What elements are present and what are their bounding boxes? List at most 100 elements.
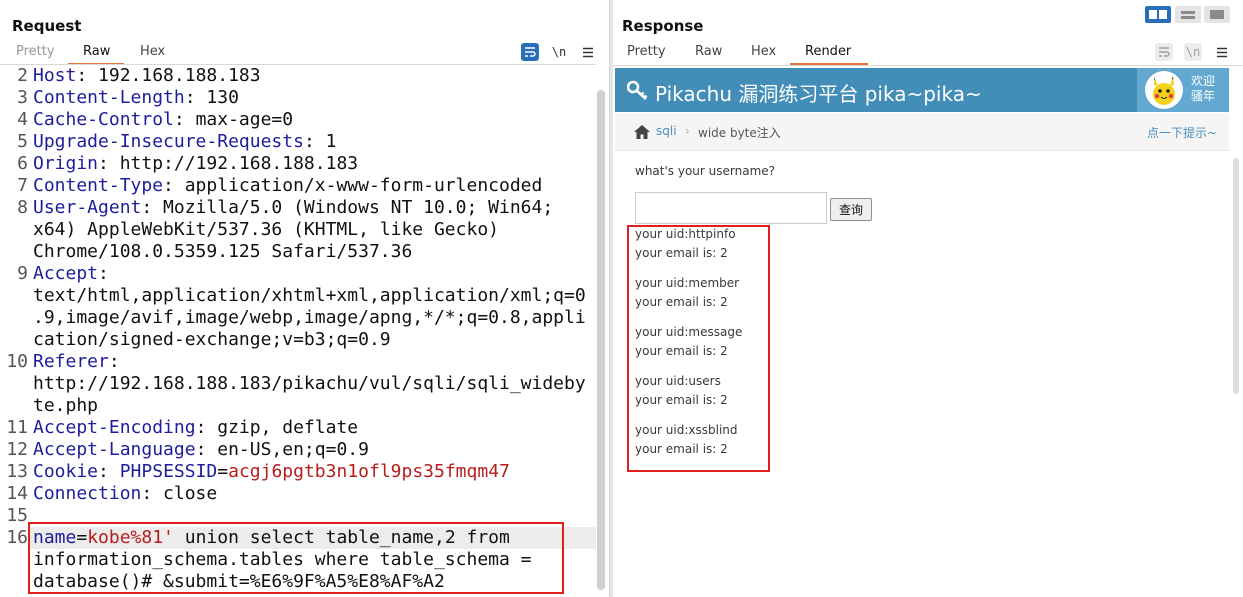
code-text: : — [98, 461, 120, 482]
breadcrumb-sqli-link[interactable]: sqli — [656, 124, 677, 138]
header-name: Origin — [33, 153, 99, 174]
line-number: 15 — [6, 505, 28, 526]
user-menu[interactable]: 欢迎 骚年 — [1137, 68, 1229, 112]
home-icon[interactable] — [633, 124, 651, 140]
username-prompt: what's your username? — [635, 164, 776, 178]
newline-toggle-icon[interactable]: \n — [1184, 43, 1202, 61]
line-number: 11 — [6, 417, 28, 438]
breadcrumb: sqli › wide byte注入 点一下提示~ — [615, 113, 1229, 151]
code-text: : 192.168.188.183 — [76, 65, 261, 86]
hamburger-menu-icon[interactable] — [579, 43, 597, 61]
line-number: 10 — [6, 351, 28, 372]
line-number: 12 — [6, 439, 28, 460]
request-editor[interactable]: 2 Host: 192.168.188.183 3 Content-Length: 1… — [0, 64, 596, 597]
line-number: 7 — [17, 175, 28, 196]
line-number: 2 — [17, 65, 28, 86]
line-number: 16 — [6, 527, 28, 548]
header-name: Upgrade-Insecure-Requests — [33, 131, 304, 152]
header-name: Accept-Language — [33, 439, 196, 460]
code-line[interactable]: Accept: — [33, 263, 109, 285]
code-text: : — [98, 263, 109, 284]
code-text: : en-US,en;q=0.9 — [195, 439, 369, 460]
single-pane-icon[interactable] — [1204, 6, 1230, 23]
code-line[interactable]: Content-Length: 130 — [33, 87, 239, 109]
code-text: http://192.168.188.183/pikachu/vul/sqli/… — [33, 373, 586, 394]
line-number: 14 — [6, 483, 28, 504]
line-number: 6 — [17, 153, 28, 174]
code-line[interactable]: te.php — [33, 395, 98, 417]
code-line[interactable]: Upgrade-Insecure-Requests: 1 — [33, 131, 336, 153]
code-text: : max-age=0 — [173, 109, 294, 130]
code-line[interactable]: Cache-Control: max-age=0 — [33, 109, 293, 131]
code-line[interactable]: x64) AppleWebKit/537.36 (KHTML, like Gec… — [33, 219, 499, 241]
response-tabs: Pretty Raw Hex Render — [613, 44, 913, 65]
code-text: te.php — [33, 395, 99, 416]
header-name: Accept-Encoding — [33, 417, 196, 438]
line-number: 9 — [17, 263, 28, 284]
code-text: : http://192.168.188.183 — [98, 153, 359, 174]
code-line[interactable]: Cookie: PHPSESSID=acgj6pgtb3n1ofl9ps35fm… — [33, 461, 510, 483]
tab-pretty[interactable]: Pretty — [627, 44, 666, 59]
code-text: : 130 — [184, 87, 239, 108]
code-text: : 1 — [303, 131, 337, 152]
header-name: Connection — [33, 483, 142, 504]
code-text: Chrome/108.0.5359.125 Safari/537.36 — [33, 241, 413, 262]
hamburger-menu-icon[interactable] — [1213, 43, 1231, 61]
line-number: 13 — [6, 461, 28, 482]
payload-highlight-box — [28, 522, 564, 594]
code-text: : gzip, deflate — [195, 417, 359, 438]
user-greeting-welcome: 欢迎 — [1191, 74, 1216, 88]
code-line[interactable]: Accept-Encoding: gzip, deflate — [33, 417, 358, 439]
wrap-lines-icon[interactable] — [1155, 43, 1173, 61]
tab-render[interactable]: Render — [805, 44, 851, 59]
header-name: Host — [33, 65, 77, 86]
username-input[interactable] — [635, 192, 827, 224]
header-name: Cache-Control — [33, 109, 174, 130]
wrap-lines-icon[interactable] — [521, 43, 539, 61]
newline-toggle-icon[interactable]: \n — [550, 43, 568, 61]
hint-link[interactable]: 点一下提示~ — [1147, 124, 1217, 141]
query-button[interactable]: 查询 — [830, 198, 872, 221]
code-text: : application/x-www-form-urlencoded — [163, 175, 543, 196]
code-text: .9,image/avif,image/webp,image/apng,*/*;… — [33, 307, 586, 328]
render-scrollbar[interactable] — [1233, 158, 1239, 394]
code-text: cation/signed-exchange;v=b3;q=0.9 — [33, 329, 391, 350]
code-line[interactable]: Content-Type: application/x-www-form-url… — [33, 175, 542, 197]
code-line[interactable]: Connection: close — [33, 483, 217, 505]
line-number: 4 — [17, 109, 28, 130]
key-icon — [627, 80, 648, 100]
code-line[interactable]: Host: 192.168.188.183 — [33, 65, 261, 87]
results-highlight-box — [627, 225, 770, 472]
code-text: x64) AppleWebKit/537.36 (KHTML, like Gec… — [33, 219, 499, 240]
request-tabs: Pretty Raw Hex — [0, 44, 400, 65]
code-line[interactable]: Chrome/108.0.5359.125 Safari/537.36 — [33, 241, 412, 263]
tab-raw[interactable]: Raw — [695, 44, 722, 59]
code-line[interactable]: .9,image/avif,image/webp,image/apng,*/*;… — [33, 307, 586, 329]
code-line[interactable]: Accept-Language: en-US,en;q=0.9 — [33, 439, 369, 461]
line-number: 3 — [17, 87, 28, 108]
request-scrollbar[interactable] — [597, 90, 605, 590]
tab-hex[interactable]: Hex — [140, 44, 165, 59]
avatar — [1145, 71, 1183, 109]
tab-raw[interactable]: Raw — [83, 44, 110, 59]
code-line[interactable]: User-Agent: Mozilla/5.0 (Windows NT 10.0… — [33, 197, 553, 219]
header-name: Content-Length — [33, 87, 185, 108]
code-line[interactable]: text/html,application/xhtml+xml,applicat… — [33, 285, 586, 307]
code-text: : — [108, 351, 120, 372]
line-number: 5 — [17, 131, 28, 152]
user-greeting-name: 骚年 — [1191, 89, 1216, 103]
split-horizontal-icon[interactable] — [1145, 6, 1171, 23]
header-name: Content-Type — [33, 175, 164, 196]
response-title: Response — [622, 17, 704, 35]
param-value: acgj6pgtb3n1ofl9ps35fmqm47 — [228, 461, 510, 482]
code-line[interactable]: Referer: — [33, 351, 120, 373]
code-line[interactable]: cation/signed-exchange;v=b3;q=0.9 — [33, 329, 391, 351]
code-line[interactable]: http://192.168.188.183/pikachu/vul/sqli/… — [33, 373, 586, 395]
rendered-page: Pikachu 漏洞练习平台 pika~pika~ 欢迎 骚年 sqli › w… — [613, 65, 1243, 597]
tab-hex[interactable]: Hex — [751, 44, 776, 59]
site-title[interactable]: Pikachu 漏洞练习平台 pika~pika~ — [655, 78, 982, 107]
code-line[interactable]: Origin: http://192.168.188.183 — [33, 153, 358, 175]
code-text: text/html,application/xhtml+xml,applicat… — [33, 285, 586, 306]
split-vertical-icon[interactable] — [1175, 6, 1201, 23]
tab-pretty[interactable]: Pretty — [16, 44, 55, 59]
